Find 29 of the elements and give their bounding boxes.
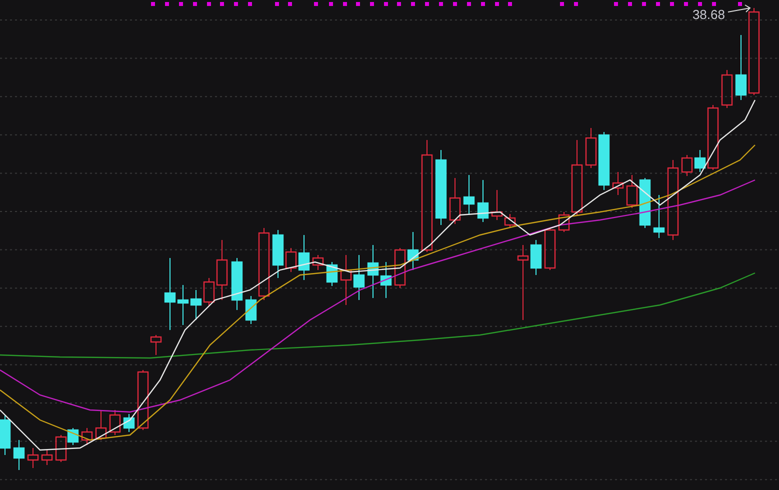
high-price-label: 38.68	[692, 7, 725, 22]
candlestick	[27, 448, 39, 468]
candlestick	[612, 172, 624, 196]
leader-line	[728, 4, 751, 12]
candlestick	[544, 228, 556, 270]
candlestick	[407, 232, 419, 270]
candlestick	[463, 174, 475, 216]
candlestick	[721, 70, 733, 108]
candlestick	[41, 450, 53, 466]
candlestick	[653, 194, 665, 238]
candlestick	[150, 334, 162, 356]
candlestick	[13, 440, 25, 470]
candlestick	[477, 180, 489, 222]
candlestick	[394, 248, 406, 288]
candlestick	[326, 262, 338, 286]
candlestick	[123, 414, 135, 432]
candlestick	[449, 178, 461, 224]
candlestick	[137, 370, 149, 430]
candlestick	[0, 414, 11, 456]
candlestick	[95, 410, 107, 440]
candlestick	[81, 428, 93, 446]
candlestick	[231, 258, 243, 310]
candlestick	[340, 254, 352, 306]
candlestick	[312, 254, 324, 270]
candlestick	[190, 290, 202, 320]
candlestick	[109, 410, 121, 436]
candlestick	[735, 34, 747, 100]
candlestick	[353, 254, 365, 300]
candlestick	[681, 154, 693, 176]
